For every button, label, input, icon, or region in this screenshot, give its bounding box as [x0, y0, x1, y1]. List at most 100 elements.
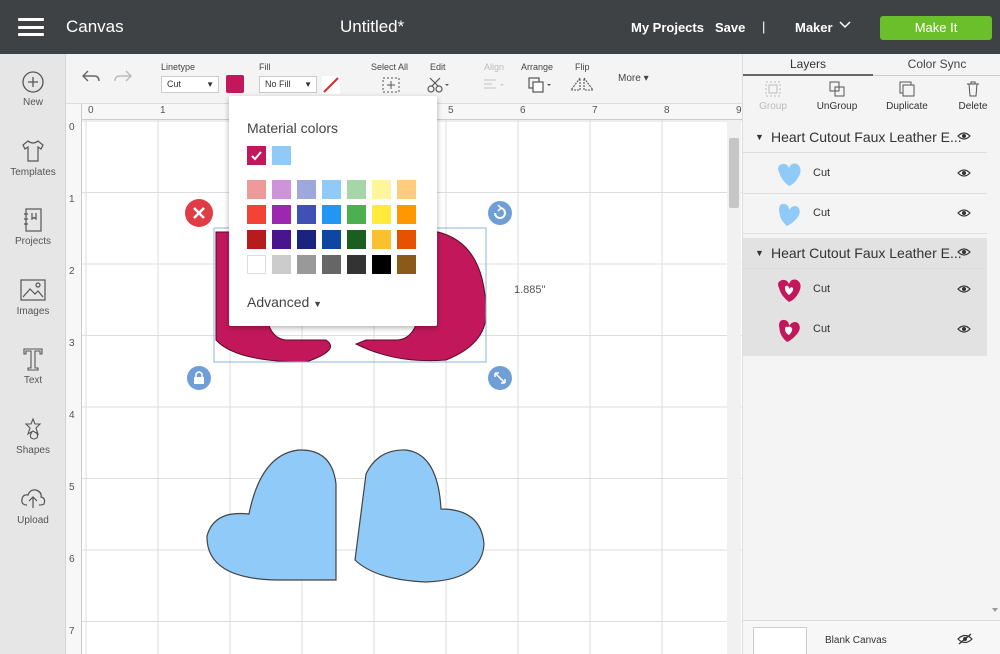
- eye-icon[interactable]: [957, 247, 971, 257]
- left-sidebar: New Templates Projects Images Text Shape…: [0, 54, 66, 654]
- eye-icon[interactable]: [957, 168, 971, 178]
- palette-swatch[interactable]: [272, 205, 291, 224]
- sidebar-item-text[interactable]: Text: [0, 346, 66, 386]
- palette-swatch[interactable]: [322, 205, 341, 224]
- palette-swatch[interactable]: [297, 255, 316, 274]
- select-all-icon[interactable]: [381, 76, 401, 94]
- scrollbar-thumb[interactable]: [729, 138, 739, 208]
- linetype-select[interactable]: Cut ▼: [161, 76, 219, 93]
- scroll-down-icon[interactable]: [991, 606, 999, 614]
- palette-swatch[interactable]: [397, 255, 416, 274]
- recent-color-swatch[interactable]: [272, 146, 291, 165]
- advanced-toggle[interactable]: Advanced ▼: [247, 294, 322, 310]
- palette-swatch[interactable]: [297, 180, 316, 199]
- canvas-scrollbar[interactable]: [727, 120, 741, 654]
- ruler-tick-label: 6: [520, 105, 526, 116]
- linetype-color-swatch[interactable]: [226, 75, 244, 93]
- fill-select[interactable]: No Fill ▼: [259, 76, 317, 93]
- linetype-value: Cut: [167, 79, 182, 89]
- palette-swatch[interactable]: [297, 205, 316, 224]
- palette-swatch[interactable]: [347, 255, 366, 274]
- palette-swatch[interactable]: [372, 205, 391, 224]
- eye-hidden-icon[interactable]: [957, 633, 973, 645]
- palette-swatch[interactable]: [272, 255, 291, 274]
- top-bar: Canvas Untitled* My Projects Save | Make…: [0, 0, 1000, 54]
- advanced-label: Advanced: [247, 294, 310, 310]
- blank-canvas-row[interactable]: Blank Canvas: [743, 620, 1000, 654]
- arrange-icon[interactable]: [526, 76, 554, 94]
- palette-swatch[interactable]: [347, 230, 366, 249]
- sidebar-item-new[interactable]: New: [0, 70, 66, 108]
- save-button[interactable]: Save: [715, 20, 745, 35]
- sidebar-item-label: Text: [23, 375, 43, 386]
- ungroup-button[interactable]: UnGroup: [807, 78, 867, 112]
- blue-heart-right[interactable]: [354, 449, 485, 583]
- eye-icon[interactable]: [957, 131, 971, 141]
- layer-group-2[interactable]: ▼ Heart Cutout Faux Leather E...: [743, 238, 987, 269]
- group-label: Group: [759, 101, 787, 112]
- chevron-down-icon[interactable]: [838, 18, 852, 32]
- palette-swatch[interactable]: [272, 180, 291, 199]
- no-fill-swatch-icon[interactable]: [321, 75, 341, 95]
- layer-group-1[interactable]: ▼ Heart Cutout Faux Leather E...: [743, 122, 987, 153]
- palette-swatch[interactable]: [247, 180, 266, 199]
- my-projects-link[interactable]: My Projects: [631, 20, 704, 35]
- palette-swatch[interactable]: [397, 230, 416, 249]
- palette-swatch[interactable]: [372, 255, 391, 274]
- layer-row[interactable]: Cut: [743, 310, 987, 350]
- eye-icon[interactable]: [957, 324, 971, 334]
- blue-heart-left[interactable]: [206, 449, 337, 581]
- layer-row[interactable]: Cut: [743, 194, 987, 234]
- palette-swatch[interactable]: [247, 255, 266, 274]
- palette-swatch[interactable]: [372, 180, 391, 199]
- tab-layers[interactable]: Layers: [743, 54, 873, 76]
- palette-swatch[interactable]: [322, 180, 341, 199]
- redo-icon[interactable]: [112, 68, 134, 86]
- resize-handle-icon[interactable]: [488, 366, 512, 390]
- sidebar-item-upload[interactable]: Upload: [0, 486, 66, 526]
- palette-swatch[interactable]: [247, 230, 266, 249]
- palette-swatch[interactable]: [322, 255, 341, 274]
- collapse-caret-icon[interactable]: ▼: [755, 248, 764, 258]
- lock-handle-icon[interactable]: [187, 366, 211, 390]
- recent-color-selected[interactable]: [247, 146, 266, 165]
- ruler-tick-label: 9: [736, 105, 742, 116]
- more-menu[interactable]: More ▾: [618, 73, 649, 84]
- rotate-handle-icon[interactable]: [488, 201, 512, 225]
- palette-swatch[interactable]: [322, 230, 341, 249]
- undo-icon[interactable]: [80, 68, 102, 86]
- collapse-caret-icon[interactable]: ▼: [755, 132, 764, 142]
- duplicate-button[interactable]: Duplicate: [877, 78, 937, 112]
- palette-swatch[interactable]: [397, 205, 416, 224]
- palette-swatch[interactable]: [347, 205, 366, 224]
- document-title[interactable]: Untitled*: [340, 17, 404, 37]
- sidebar-item-label: Templates: [10, 167, 56, 178]
- layer-row[interactable]: Cut: [743, 270, 987, 310]
- sidebar-item-shapes[interactable]: Shapes: [0, 416, 66, 456]
- palette-swatch[interactable]: [347, 180, 366, 199]
- eye-icon[interactable]: [957, 284, 971, 294]
- edit-scissors-icon[interactable]: [426, 76, 452, 94]
- palette-swatch[interactable]: [297, 230, 316, 249]
- palette-swatch[interactable]: [272, 230, 291, 249]
- sidebar-item-label: New: [22, 97, 43, 108]
- machine-select[interactable]: Maker: [795, 20, 833, 35]
- group-button: Group: [743, 78, 803, 112]
- delete-button[interactable]: Delete: [943, 78, 1000, 112]
- sidebar-item-templates[interactable]: Templates: [0, 138, 66, 178]
- make-it-button[interactable]: Make It: [880, 16, 992, 40]
- delete-handle-icon[interactable]: [185, 199, 213, 227]
- sidebar-item-label: Images: [16, 306, 50, 317]
- palette-swatch[interactable]: [372, 230, 391, 249]
- menu-icon[interactable]: [18, 18, 44, 36]
- layers-scrollbar[interactable]: [989, 122, 1000, 618]
- sidebar-item-projects[interactable]: Projects: [0, 207, 66, 247]
- sidebar-item-images[interactable]: Images: [0, 277, 66, 317]
- flip-icon[interactable]: [569, 76, 597, 94]
- layer-label: Cut: [813, 323, 831, 335]
- palette-swatch[interactable]: [397, 180, 416, 199]
- eye-icon[interactable]: [957, 208, 971, 218]
- tab-color-sync[interactable]: Color Sync: [873, 54, 1000, 76]
- palette-swatch[interactable]: [247, 205, 266, 224]
- layer-row[interactable]: Cut: [743, 154, 987, 194]
